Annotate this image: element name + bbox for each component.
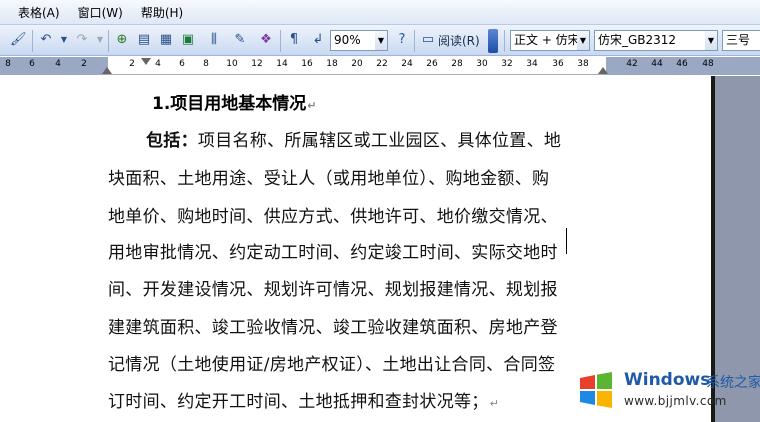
- formatting-marks-icon[interactable]: ↲: [310, 31, 326, 49]
- paragraph-mark: ↵: [489, 397, 500, 410]
- horizontal-ruler[interactable]: 8 6 4 2 2 4 6 8 10 12 14 16 18 20 22 24 …: [0, 57, 760, 75]
- line-text: 项目名称、所属辖区或工业园区、具体位置、地: [197, 131, 562, 151]
- help-icon[interactable]: ?: [394, 31, 410, 49]
- chevron-down-icon[interactable]: ▼: [577, 31, 589, 50]
- ruler-label: 6: [179, 59, 185, 69]
- format-painter-icon[interactable]: 🖌: [10, 31, 27, 49]
- windows-logo-icon: [580, 372, 612, 408]
- hyperlink-icon[interactable]: ⊕: [114, 31, 130, 49]
- menu-table[interactable]: 表格(A): [16, 4, 62, 21]
- ruler-label: 14: [276, 59, 288, 69]
- menu-bar: 表格(A) 窗口(W) 帮助(H): [0, 0, 760, 24]
- paragraph-line: 块面积、土地用途、受让人（或用地单位）、购地金额、购: [108, 169, 550, 189]
- watermark-subtitle: 系统之家: [706, 375, 760, 391]
- chevron-down-icon[interactable]: ▼: [705, 31, 717, 50]
- ruler-label: 30: [476, 59, 488, 69]
- ruler-label: 6: [29, 59, 35, 69]
- document-map-icon[interactable]: ❖: [258, 31, 274, 49]
- text-caret: [566, 228, 567, 254]
- undo-icon[interactable]: ↶: [38, 31, 54, 49]
- font-value: 仿宋_GB2312: [598, 33, 677, 47]
- ruler-label: 38: [577, 59, 589, 69]
- ruler-label: 10: [226, 59, 238, 69]
- paragraph-line: 间、开发建设情况、规划许可情况、规划报建情况、规划报: [108, 280, 558, 300]
- ruler-left-margin: [0, 57, 108, 75]
- bold-prefix: 包括：: [146, 131, 198, 151]
- style-value: 正文 + 仿宋: [514, 33, 580, 47]
- menu-help[interactable]: 帮助(H): [139, 4, 185, 21]
- watermark-url: www.bjjmlv.com: [624, 394, 727, 408]
- toolbar-separator: [108, 30, 109, 52]
- ruler-label: 2: [81, 59, 87, 69]
- ruler-label: 2: [129, 59, 135, 69]
- ruler-label: 26: [426, 59, 438, 69]
- font-combobox[interactable]: 仿宋_GB2312 ▼: [594, 30, 718, 51]
- paragraph-mark: ↵: [307, 99, 317, 112]
- ruler-label: 22: [376, 59, 388, 69]
- ruler-label: 36: [552, 59, 564, 69]
- drawing-icon[interactable]: ✎: [232, 31, 248, 49]
- ruler-label: 4: [155, 59, 161, 69]
- style-combobox[interactable]: 正文 + 仿宋 ▼: [510, 30, 590, 51]
- toolbar-grip[interactable]: [488, 29, 498, 53]
- first-line-indent-marker-icon[interactable]: [141, 58, 151, 65]
- toolbar-separator: [280, 30, 281, 52]
- ruler-label: 34: [526, 59, 538, 69]
- formatting-toolbar: 🖌 ↶ ▼ ↷ ▼ ⊕ ▤ ▦ ▣ ⫼ ✎ ❖ ¶ ↲ 90% ▼ ? ▭ 阅读…: [0, 24, 760, 56]
- paragraph-line: 地单价、购地时间、供应方式、供地许可、地价缴交情况、: [108, 207, 558, 227]
- read-icon[interactable]: ▭: [420, 31, 436, 49]
- right-indent-marker-icon[interactable]: [598, 67, 608, 74]
- undo-dropdown-icon[interactable]: ▼: [56, 31, 72, 49]
- toolbar-separator: [414, 30, 415, 52]
- zoom-value: 90%: [334, 33, 361, 47]
- section-heading: 1.项目用地基本情况↵: [152, 89, 317, 114]
- ruler-label: 32: [501, 59, 513, 69]
- ruler-label: 48: [702, 59, 714, 69]
- toolbar-separator: [32, 30, 33, 52]
- line-text: 订时间、约定开工时间、土地抵押和查封状况等；: [108, 392, 489, 412]
- site-watermark: Windows 系统之家 www.bjjmlv.com: [570, 358, 760, 420]
- ruler-label: 4: [55, 59, 61, 69]
- insert-table-icon[interactable]: ▦: [158, 31, 174, 49]
- paragraph-line: 包括：项目名称、所属辖区或工业园区、具体位置、地: [146, 126, 561, 151]
- ruler-label: 8: [5, 59, 11, 69]
- paragraph-line: 订时间、约定开工时间、土地抵押和查封状况等；↵: [108, 387, 499, 412]
- paragraph-line: 建建筑面积、竣工验收情况、竣工验收建筑面积、房地产登: [108, 318, 558, 338]
- ruler-label: 8: [203, 59, 209, 69]
- ruler-label: 24: [401, 59, 413, 69]
- zoom-combobox[interactable]: 90% ▼: [330, 30, 388, 51]
- ruler-label: 20: [351, 59, 363, 69]
- font-size-combobox[interactable]: 三号: [722, 30, 760, 51]
- font-size-value: 三号: [726, 33, 751, 47]
- ruler-label: 18: [326, 59, 338, 69]
- redo-dropdown-icon[interactable]: ▼: [92, 31, 108, 49]
- menu-window[interactable]: 窗口(W): [76, 4, 125, 21]
- ruler-label: 12: [251, 59, 263, 69]
- ruler-label: 16: [301, 59, 313, 69]
- ruler-label: 28: [451, 59, 463, 69]
- toolbar-separator: [504, 30, 505, 52]
- redo-icon[interactable]: ↷: [74, 31, 90, 49]
- read-button[interactable]: 阅读(R): [438, 32, 480, 50]
- paragraph-line: 记情况（土地使用证/房地产权证）、土地出让合同、合同签: [108, 355, 556, 375]
- ruler-label: 44: [651, 59, 663, 69]
- columns-icon[interactable]: ⫼: [206, 31, 222, 49]
- ruler-label: 42: [626, 59, 638, 69]
- watermark-title: Windows: [624, 370, 711, 390]
- ruler-label: 46: [676, 59, 688, 69]
- heading-text: 1.项目用地基本情况: [152, 94, 307, 114]
- chevron-down-icon[interactable]: ▼: [375, 31, 387, 50]
- show-hide-icon[interactable]: ¶: [286, 31, 302, 49]
- paragraph-line: 用地审批情况、约定动工时间、约定竣工时间、实际交地时: [108, 243, 558, 263]
- insert-excel-icon[interactable]: ▣: [180, 31, 196, 49]
- tables-borders-icon[interactable]: ▤: [136, 31, 152, 49]
- left-indent-marker-icon[interactable]: [102, 67, 112, 74]
